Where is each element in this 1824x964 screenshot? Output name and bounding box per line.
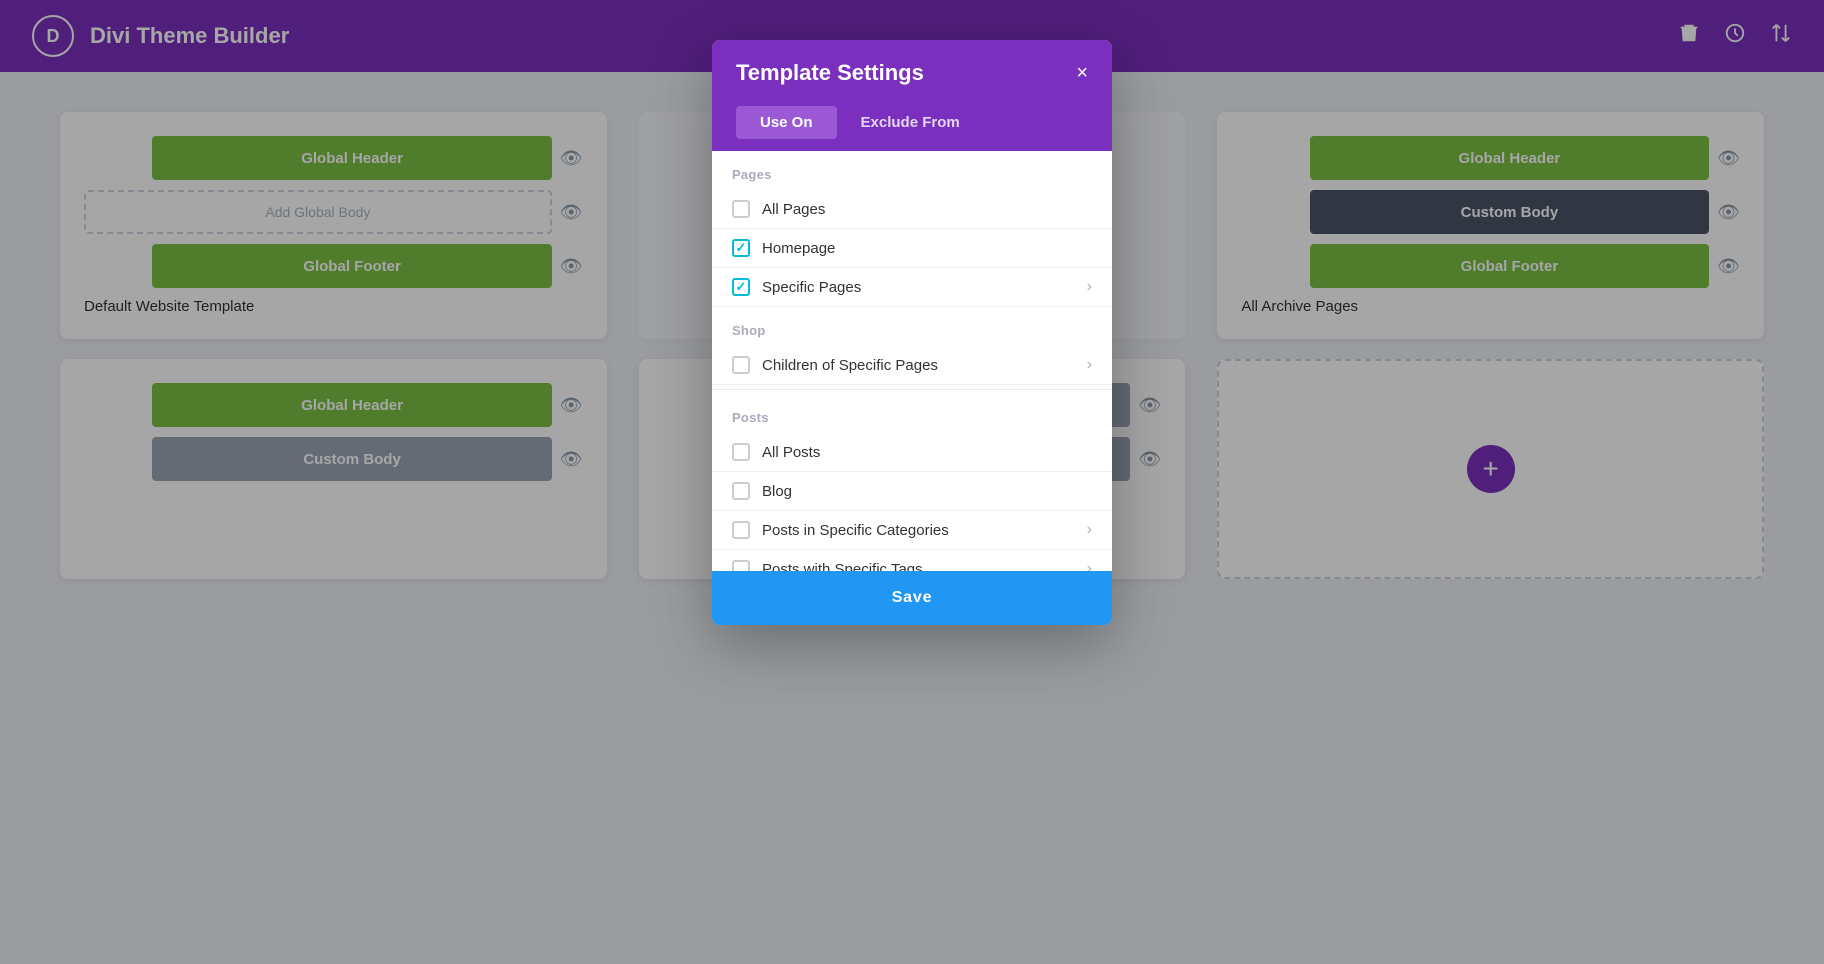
label-specific-pages: Specific Pages (762, 279, 1075, 296)
modal-close-button[interactable]: × (1076, 62, 1088, 85)
arrow-children-specific: › (1087, 356, 1092, 374)
pages-section-label: Pages (712, 151, 1112, 190)
checkbox-homepage[interactable] (732, 239, 750, 257)
label-homepage: Homepage (762, 240, 1092, 257)
modal-tabs: Use On Exclude From (712, 106, 1112, 151)
label-posts-tags: Posts with Specific Tags (762, 561, 1075, 572)
checkbox-all-posts[interactable] (732, 443, 750, 461)
modal-header: Template Settings × (712, 40, 1112, 106)
menu-divider (712, 389, 1112, 390)
label-posts-categories: Posts in Specific Categories (762, 522, 1075, 539)
label-all-pages: All Pages (762, 201, 1092, 218)
menu-item-all-pages[interactable]: All Pages (712, 190, 1112, 229)
label-children-specific: Children of Specific Pages (762, 357, 1075, 374)
menu-item-homepage[interactable]: Homepage (712, 229, 1112, 268)
posts-section-label: Posts (712, 394, 1112, 433)
modal-overlay[interactable]: Template Settings × Use On Exclude From … (0, 0, 1824, 964)
arrow-posts-categories: › (1087, 521, 1092, 539)
builder-container: D Divi Theme Builder ⚙ 🗑 ⋮ (0, 0, 1824, 964)
modal-title: Template Settings (736, 60, 924, 86)
tab-use-on[interactable]: Use On (736, 106, 837, 139)
checkbox-posts-tags[interactable] (732, 560, 750, 571)
menu-item-children-specific[interactable]: Children of Specific Pages › (712, 346, 1112, 385)
menu-item-all-posts[interactable]: All Posts (712, 433, 1112, 472)
save-button[interactable]: Save (712, 571, 1112, 625)
checkbox-children-specific[interactable] (732, 356, 750, 374)
checkbox-posts-categories[interactable] (732, 521, 750, 539)
modal-body: Pages All Pages Homepage Specific Pages … (712, 151, 1112, 571)
arrow-specific-pages: › (1087, 278, 1092, 296)
checkbox-specific-pages[interactable] (732, 278, 750, 296)
menu-item-posts-categories[interactable]: Posts in Specific Categories › (712, 511, 1112, 550)
label-blog: Blog (762, 483, 1092, 500)
checkbox-blog[interactable] (732, 482, 750, 500)
shop-section-label: Shop (712, 307, 1112, 346)
tab-exclude-from[interactable]: Exclude From (837, 106, 984, 139)
menu-item-specific-pages[interactable]: Specific Pages › (712, 268, 1112, 307)
label-all-posts: All Posts (762, 444, 1092, 461)
template-settings-modal: Template Settings × Use On Exclude From … (712, 40, 1112, 625)
menu-item-posts-tags[interactable]: Posts with Specific Tags › (712, 550, 1112, 571)
arrow-posts-tags: › (1087, 560, 1092, 571)
menu-item-blog[interactable]: Blog (712, 472, 1112, 511)
checkbox-all-pages[interactable] (732, 200, 750, 218)
